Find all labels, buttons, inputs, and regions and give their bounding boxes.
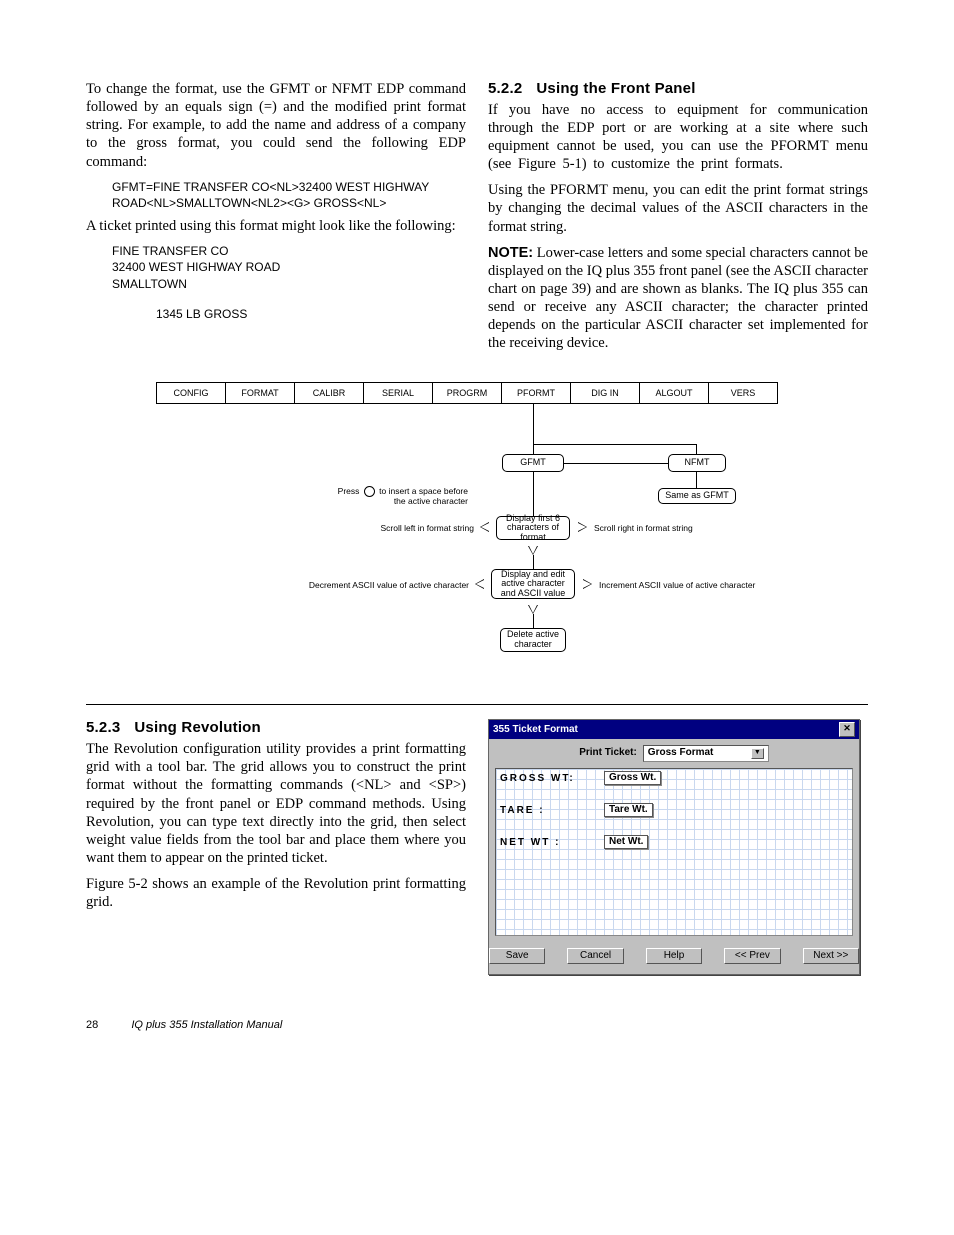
revolution-grid[interactable]: GROSS WT: TARE : NET WT : Gross Wt. Tare… [495,768,853,936]
revolution-titlebar: 355 Ticket Format ✕ [489,720,859,739]
menu-pformt: PFORMT [502,382,571,404]
ticket-line: SMALLTOWN [112,276,466,292]
save-button[interactable]: Save [489,948,545,965]
section-separator [86,704,868,705]
section-523-p2: Figure 5-2 shows an example of the Revol… [86,875,466,911]
right-note: NOTE: Lower-case letters and some specia… [488,244,868,353]
same-as-gfmt-box: Same as GFMT [658,488,736,504]
display-edit-box: Display and edit active character and AS… [491,569,575,599]
ticket-line: 32400 WEST HIGHWAY ROAD [112,259,466,275]
print-ticket-select[interactable]: Gross Format ▼ [643,745,769,762]
ticket-line: 1345 LB GROSS [156,306,466,322]
cancel-button[interactable]: Cancel [567,948,623,965]
section-523-heading: 5.2.3 Using Revolution [86,719,466,738]
grid-field-gross[interactable]: Gross Wt. [604,771,661,786]
heading-text: Using Revolution [134,719,261,736]
right-p1: If you have no access to equipment for c… [488,101,868,174]
grid-field-net[interactable]: Net Wt. [604,835,648,850]
ticket-line: FINE TRANSFER CO [112,243,466,259]
top-columns: To change the format, use the GFMT or NF… [86,80,868,360]
menu-config: CONFIG [156,382,226,404]
menu-format: FORMAT [226,382,295,404]
revolution-toolbar: Print Ticket: Gross Format ▼ [489,739,859,766]
grid-label-gross: GROSS WT: [500,773,575,786]
page-number: 28 [86,1019,98,1031]
grid-label-net: NET WT : [500,837,560,850]
right-p3: Lower-case letters and some special char… [488,245,868,352]
right-arrow-icon [583,579,592,589]
menu-progrm: PROGRM [433,382,502,404]
down-arrow-icon [528,546,538,555]
menu-vers: VERS [709,382,778,404]
next-button[interactable]: Next >> [803,948,859,965]
heading-number: 5.2.3 [86,719,120,736]
grid-field-tare[interactable]: Tare Wt. [604,803,653,818]
left-arrow-icon [475,579,484,589]
decrement-label: Decrement ASCII value of active characte… [266,581,469,591]
heading-text: Using the Front Panel [536,80,695,97]
chevron-down-icon: ▼ [751,748,764,759]
right-p2: Using the PFORMT menu, you can edit the … [488,181,868,235]
titlebar-text: 355 Ticket Format [493,724,578,737]
help-button[interactable]: Help [646,948,702,965]
right-arrow-icon [578,522,587,532]
scroll-left-label: Scroll left in format string [340,524,474,534]
increment-label: Increment ASCII value of active characte… [599,581,809,591]
section-523-text: 5.2.3 Using Revolution The Revolution con… [86,719,466,975]
nfmt-box: NFMT [668,454,726,472]
grid-label-tare: TARE : [500,805,545,818]
display6-box: Display first 6 characters of format [496,516,570,540]
menu-algout: ALGOUT [640,382,709,404]
left-p2: A ticket printed using this format might… [86,217,466,235]
scroll-right-label: Scroll right in format string [594,524,744,534]
pformt-menu-diagram: CONFIG FORMAT CALIBR SERIAL PROGRM PFORM… [86,382,868,692]
revolution-screenshot: 355 Ticket Format ✕ Print Ticket: Gross … [488,719,868,975]
revolution-buttons: Save Cancel Help << Prev Next >> [489,942,859,975]
delete-box: Delete active character [500,628,566,652]
edp-command: GFMT=FINE TRANSFER CO<NL>32400 WEST HIGH… [112,179,466,211]
note-lead: NOTE: [488,245,533,261]
section-523-p1: The Revolution configuration utility pro… [86,740,466,867]
section-523-row: 5.2.3 Using Revolution The Revolution con… [86,719,868,975]
left-p1: To change the format, use the GFMT or NF… [86,80,466,171]
manual-title: IQ plus 355 Installation Manual [131,1019,282,1031]
right-column: 5.2.2 Using the Front Panel If you have n… [488,80,868,360]
revolution-window: 355 Ticket Format ✕ Print Ticket: Gross … [488,719,860,975]
ticket-example: FINE TRANSFER CO 32400 WEST HIGHWAY ROAD… [112,243,466,322]
menu-row: CONFIG FORMAT CALIBR SERIAL PROGRM PFORM… [156,382,778,404]
heading-number: 5.2.2 [488,80,522,97]
close-icon[interactable]: ✕ [839,722,855,737]
menu-calibr: CALIBR [295,382,364,404]
prev-button[interactable]: << Prev [724,948,780,965]
menu-digin: DIG IN [571,382,640,404]
left-arrow-icon [480,522,489,532]
press-insert-label: Press to insert a space before the activ… [328,486,468,507]
menu-serial: SERIAL [364,382,433,404]
section-522-heading: 5.2.2 Using the Front Panel [488,80,868,99]
down-arrow-icon [528,605,538,614]
page-footer: 28 IQ plus 355 Installation Manual [86,1019,868,1031]
enter-key-icon [364,486,375,497]
gfmt-box: GFMT [502,454,564,472]
print-ticket-label: Print Ticket: [579,747,637,760]
left-column: To change the format, use the GFMT or NF… [86,80,466,360]
